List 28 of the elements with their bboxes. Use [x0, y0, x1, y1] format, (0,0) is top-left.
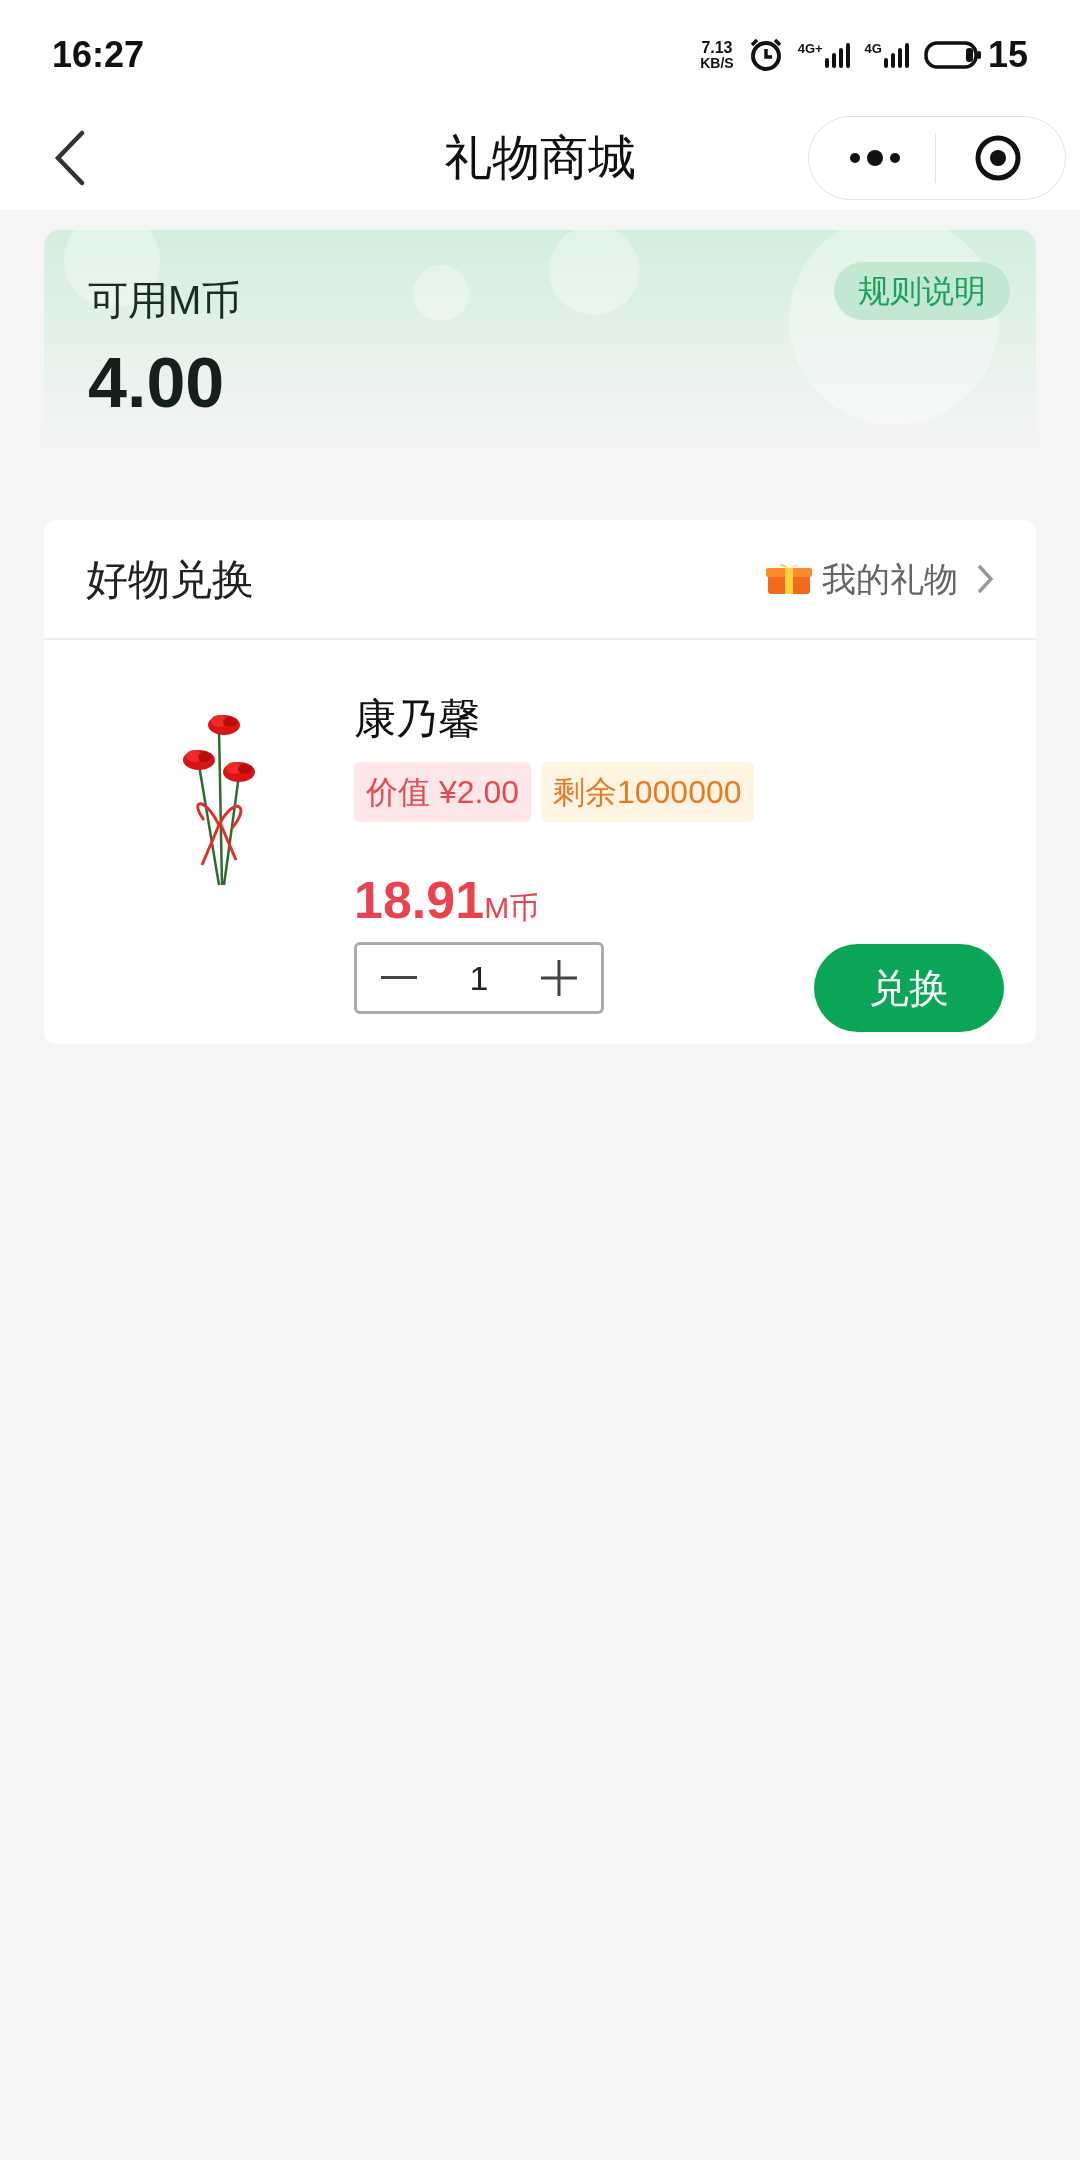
signal-icon: [824, 41, 851, 68]
product-name: 康乃馨: [354, 698, 481, 740]
close-icon[interactable]: [974, 133, 1022, 182]
product-price: 18.91: [354, 874, 485, 926]
more-icon[interactable]: [847, 149, 903, 166]
balance-value: 4.00: [88, 348, 226, 418]
plus-icon[interactable]: [541, 960, 577, 996]
exchange-button[interactable]: 兑换: [814, 944, 1004, 1032]
section-title: 好物兑换: [86, 554, 254, 605]
rules-button[interactable]: 规则说明: [834, 262, 1010, 320]
battery-level: 15: [987, 32, 1028, 77]
network-type: 4G+: [797, 41, 823, 55]
network-speed: 7.13: [701, 39, 733, 56]
quantity-value: 1: [469, 957, 489, 999]
gift-icon: [766, 562, 812, 596]
network-type: 4G: [864, 41, 882, 55]
network-speed-unit: KB/S: [700, 55, 734, 70]
minus-icon[interactable]: [381, 976, 417, 980]
chevron-right-icon: [976, 563, 994, 595]
stock-tag: 剩余1000000: [540, 762, 754, 822]
value-tag: 价值 ¥2.00: [354, 762, 531, 822]
signal-icon: [883, 41, 910, 68]
status-time: 16:27: [52, 32, 145, 77]
price-unit: M币: [484, 890, 540, 926]
my-gifts-link[interactable]: 我的礼物: [766, 553, 994, 605]
page-title: 礼物商城: [444, 129, 636, 186]
battery-icon: [923, 39, 982, 70]
balance-label: 可用M币: [88, 280, 242, 320]
